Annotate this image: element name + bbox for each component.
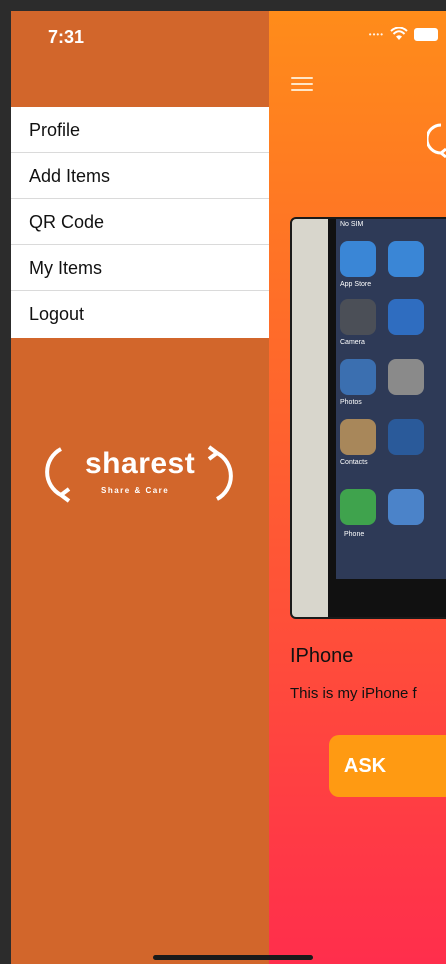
photos-app-icon (340, 359, 376, 395)
phone-screen: No SIM App Store Camera Photos Contacts … (336, 219, 446, 579)
app-icon (388, 419, 424, 455)
home-indicator[interactable] (153, 955, 313, 960)
camera-app-icon (340, 299, 376, 335)
item-detail-page: •••• No SIM App Store Camera Photos Cont… (269, 11, 446, 964)
wifi-icon (390, 27, 408, 40)
ask-button[interactable]: ASK (329, 735, 446, 797)
logo-wordmark: sharest (85, 447, 196, 480)
side-drawer: 7:31 Profile Add Items QR Code My Items … (11, 11, 269, 964)
item-description: This is my iPhone f (290, 685, 417, 702)
app-label: Camera (340, 339, 365, 346)
ask-button-label: ASK (343, 754, 387, 777)
menu-item-qr-code[interactable]: QR Code (11, 199, 269, 245)
status-time: 7:31 (48, 27, 85, 47)
app-icon (388, 359, 424, 395)
menu-item-logout[interactable]: Logout (11, 291, 269, 338)
frame-left (0, 0, 11, 964)
phone-app-icon (340, 489, 376, 525)
app-screen: •••• No SIM App Store Camera Photos Cont… (0, 0, 446, 964)
status-icons: •••• (369, 27, 438, 41)
item-photo: No SIM App Store Camera Photos Contacts … (290, 217, 446, 619)
app-label: Phone (344, 531, 365, 538)
menu-item-add-items[interactable]: Add Items (11, 153, 269, 199)
hamburger-menu-icon[interactable] (291, 77, 313, 91)
signal-dots-icon: •••• (368, 29, 384, 39)
contacts-app-icon (340, 419, 376, 455)
drawer-menu: Profile Add Items QR Code My Items Logou… (11, 107, 269, 338)
logo-tagline: Share & Care (101, 486, 170, 495)
item-title: IPhone (290, 645, 354, 667)
mail-app-icon (388, 489, 424, 525)
menu-item-my-items[interactable]: My Items (11, 245, 269, 291)
sharest-logo-partial-icon (427, 123, 446, 159)
battery-icon (414, 27, 438, 41)
app-icon (388, 299, 424, 335)
app-store-app-icon (340, 241, 376, 277)
menu-item-profile[interactable]: Profile (11, 107, 269, 153)
app-label: Contacts (340, 459, 368, 466)
sharest-logo: sharest Share & Care (39, 439, 239, 509)
frame-top (0, 0, 446, 11)
app-icon (388, 241, 424, 277)
app-label: Photos (340, 399, 362, 406)
app-label: App Store (340, 281, 372, 288)
